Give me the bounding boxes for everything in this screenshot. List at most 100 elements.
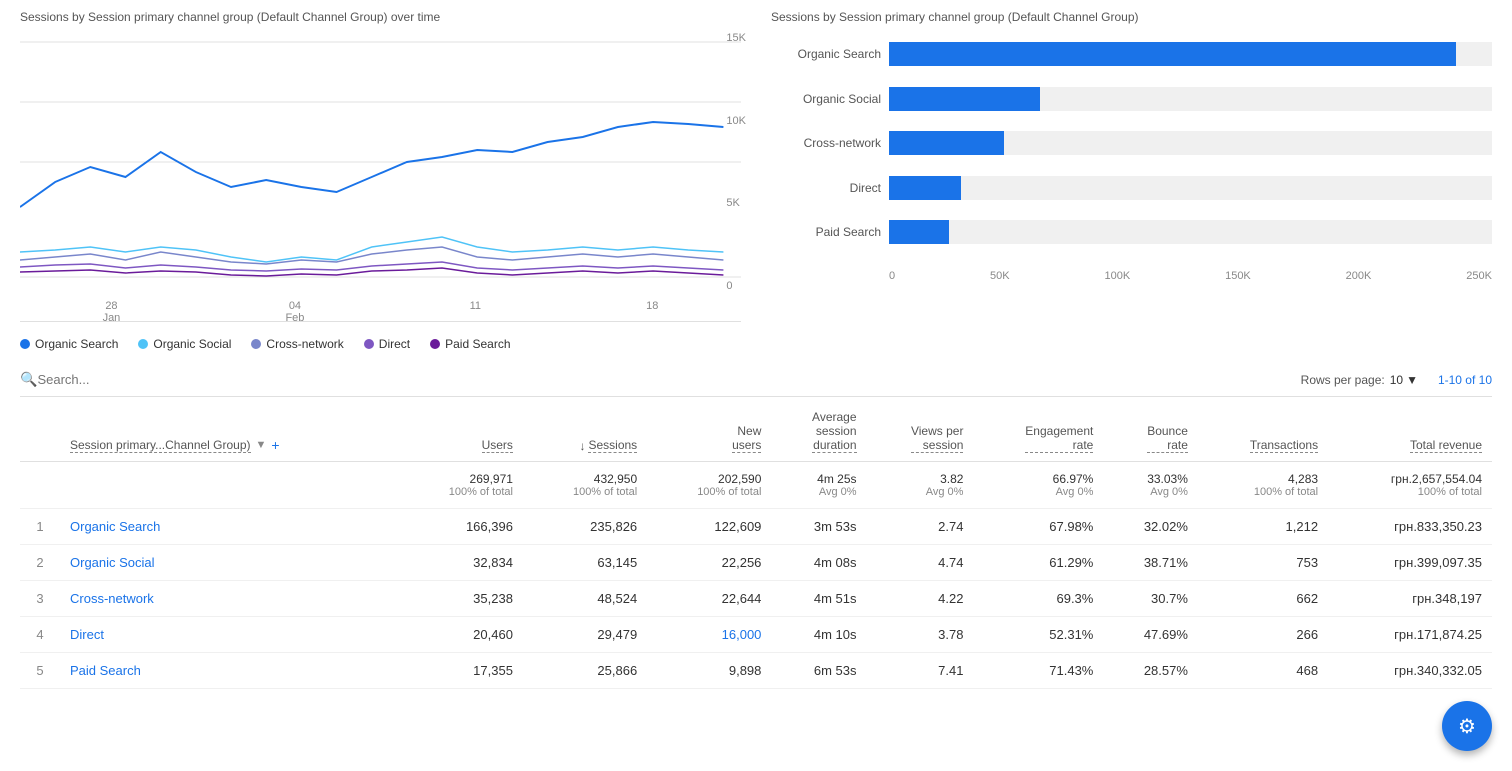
sessions-col-label: Sessions	[588, 438, 637, 453]
row-channel[interactable]: Organic Social	[60, 545, 399, 581]
col-total-revenue[interactable]: Total revenue	[1328, 402, 1492, 462]
users-col-label: Users	[482, 438, 513, 453]
table-section: 🔍 Rows per page: 10 ▼ 1-10 of 10 Session…	[0, 361, 1512, 699]
legend-item-direct[interactable]: Direct	[364, 337, 410, 351]
row-num: 5	[20, 653, 60, 689]
row-sessions: 29,479	[523, 617, 647, 653]
col-transactions[interactable]: Transactions	[1198, 402, 1328, 462]
views-per-session-col-label: Views persession	[911, 424, 963, 453]
bar-row-organic-social: Organic Social	[771, 87, 1492, 111]
row-avg-session: 3m 53s	[771, 509, 866, 545]
col-engagement-rate[interactable]: Engagementrate	[973, 402, 1103, 462]
legend-item-organic-search[interactable]: Organic Search	[20, 337, 118, 351]
x-axis-labels: 28Jan 04Feb 11 18	[20, 295, 741, 324]
col-users[interactable]: Users	[399, 402, 523, 462]
row-new-users: 122,609	[647, 509, 771, 545]
bar-label: Cross-network	[771, 136, 881, 150]
bar-fill	[889, 42, 1456, 66]
legend-dot-direct	[364, 339, 374, 349]
table-row: 1 Organic Search 166,396 235,826 122,609…	[20, 509, 1492, 545]
row-channel[interactable]: Cross-network	[60, 581, 399, 617]
bar-label: Paid Search	[771, 225, 881, 239]
bar-track	[889, 131, 1492, 155]
total-engagement: 66.97%	[983, 472, 1093, 486]
col-num	[20, 402, 60, 462]
legend-label-organic-social: Organic Social	[153, 337, 231, 351]
col-avg-session[interactable]: Averagesessionduration	[771, 402, 866, 462]
table-row: 2 Organic Social 32,834 63,145 22,256 4m…	[20, 545, 1492, 581]
sort-icon: ↓	[579, 439, 585, 453]
line-chart: 15K 10K 5K 0	[20, 32, 741, 322]
add-column-button[interactable]: +	[271, 437, 279, 453]
row-new-users: 22,644	[647, 581, 771, 617]
row-sessions: 63,145	[523, 545, 647, 581]
table-row: 5 Paid Search 17,355 25,866 9,898 6m 53s…	[20, 653, 1492, 689]
rows-per-page-control: Rows per page: 10 ▼ 1-10 of 10	[1301, 373, 1492, 387]
bar-label: Direct	[771, 181, 881, 195]
legend-dot-cross-network	[251, 339, 261, 349]
bar-label: Organic Search	[771, 47, 881, 61]
row-users: 17,355	[399, 653, 523, 689]
y-axis-labels: 15K 10K 5K 0	[726, 32, 746, 292]
fab-icon: ⚙	[1458, 714, 1476, 739]
row-engagement: 69.3%	[973, 581, 1103, 617]
row-revenue: грн.399,097.35	[1328, 545, 1492, 581]
col-group[interactable]: Session primary...Channel Group) ▼ +	[60, 402, 399, 462]
rows-per-page-select[interactable]: 10 ▼	[1390, 373, 1418, 387]
table-row: 4 Direct 20,460 29,479 16,000 4m 10s 3.7…	[20, 617, 1492, 653]
total-views-note: Avg 0%	[877, 486, 964, 498]
col-sessions[interactable]: ↓ Sessions	[523, 402, 647, 462]
bar-row-cross-network: Cross-network	[771, 131, 1492, 155]
bar-chart-title: Sessions by Session primary channel grou…	[771, 10, 1492, 24]
group-dropdown-icon[interactable]: ▼	[256, 439, 267, 451]
total-bounce: 33.03%	[1113, 472, 1188, 486]
row-revenue: грн.340,332.05	[1328, 653, 1492, 689]
col-new-users[interactable]: Newusers	[647, 402, 771, 462]
col-views-per-session[interactable]: Views persession	[867, 402, 974, 462]
row-engagement: 52.31%	[973, 617, 1103, 653]
bounce-rate-col-label: Bouncerate	[1147, 424, 1188, 453]
col-bounce-rate[interactable]: Bouncerate	[1103, 402, 1198, 462]
legend-item-organic-social[interactable]: Organic Social	[138, 337, 231, 351]
rows-per-page-label: Rows per page:	[1301, 373, 1385, 387]
legend-item-paid-search[interactable]: Paid Search	[430, 337, 510, 351]
row-channel[interactable]: Paid Search	[60, 653, 399, 689]
data-table: Session primary...Channel Group) ▼ + Use…	[20, 402, 1492, 689]
row-channel[interactable]: Direct	[60, 617, 399, 653]
bar-row-paid-search: Paid Search	[771, 220, 1492, 244]
bar-fill	[889, 131, 1004, 155]
bar-track	[889, 176, 1492, 200]
fab-button[interactable]: ⚙	[1442, 701, 1492, 751]
total-users-pct: 100% of total	[409, 486, 513, 498]
row-bounce: 47.69%	[1103, 617, 1198, 653]
row-num: 2	[20, 545, 60, 581]
legend-dot-organic-social	[138, 339, 148, 349]
bar-label: Organic Social	[771, 92, 881, 106]
row-channel[interactable]: Organic Search	[60, 509, 399, 545]
row-bounce: 30.7%	[1103, 581, 1198, 617]
row-bounce: 38.71%	[1103, 545, 1198, 581]
total-views: 3.82	[877, 472, 964, 486]
row-num: 4	[20, 617, 60, 653]
row-users: 166,396	[399, 509, 523, 545]
total-users: 269,971	[409, 472, 513, 486]
total-revenue: грн.2,657,554.04	[1338, 472, 1482, 486]
chart-legend: Organic Search Organic Social Cross-netw…	[0, 327, 1512, 361]
row-transactions: 753	[1198, 545, 1328, 581]
bar-chart: Organic Search Organic Social Cross-netw…	[771, 32, 1492, 322]
total-avg-session-note: Avg 0%	[781, 486, 856, 498]
legend-dot-organic-search	[20, 339, 30, 349]
bar-fill	[889, 220, 949, 244]
legend-item-cross-network[interactable]: Cross-network	[251, 337, 343, 351]
line-chart-container: Sessions by Session primary channel grou…	[20, 10, 741, 322]
bar-row-organic-search: Organic Search	[771, 42, 1492, 66]
search-input[interactable]	[37, 372, 1300, 387]
row-sessions: 48,524	[523, 581, 647, 617]
totals-row: 269,971 100% of total 432,950 100% of to…	[20, 462, 1492, 509]
bar-chart-container: Sessions by Session primary channel grou…	[771, 10, 1492, 322]
row-users: 35,238	[399, 581, 523, 617]
bar-track	[889, 220, 1492, 244]
row-bounce: 32.02%	[1103, 509, 1198, 545]
row-users: 32,834	[399, 545, 523, 581]
row-transactions: 266	[1198, 617, 1328, 653]
